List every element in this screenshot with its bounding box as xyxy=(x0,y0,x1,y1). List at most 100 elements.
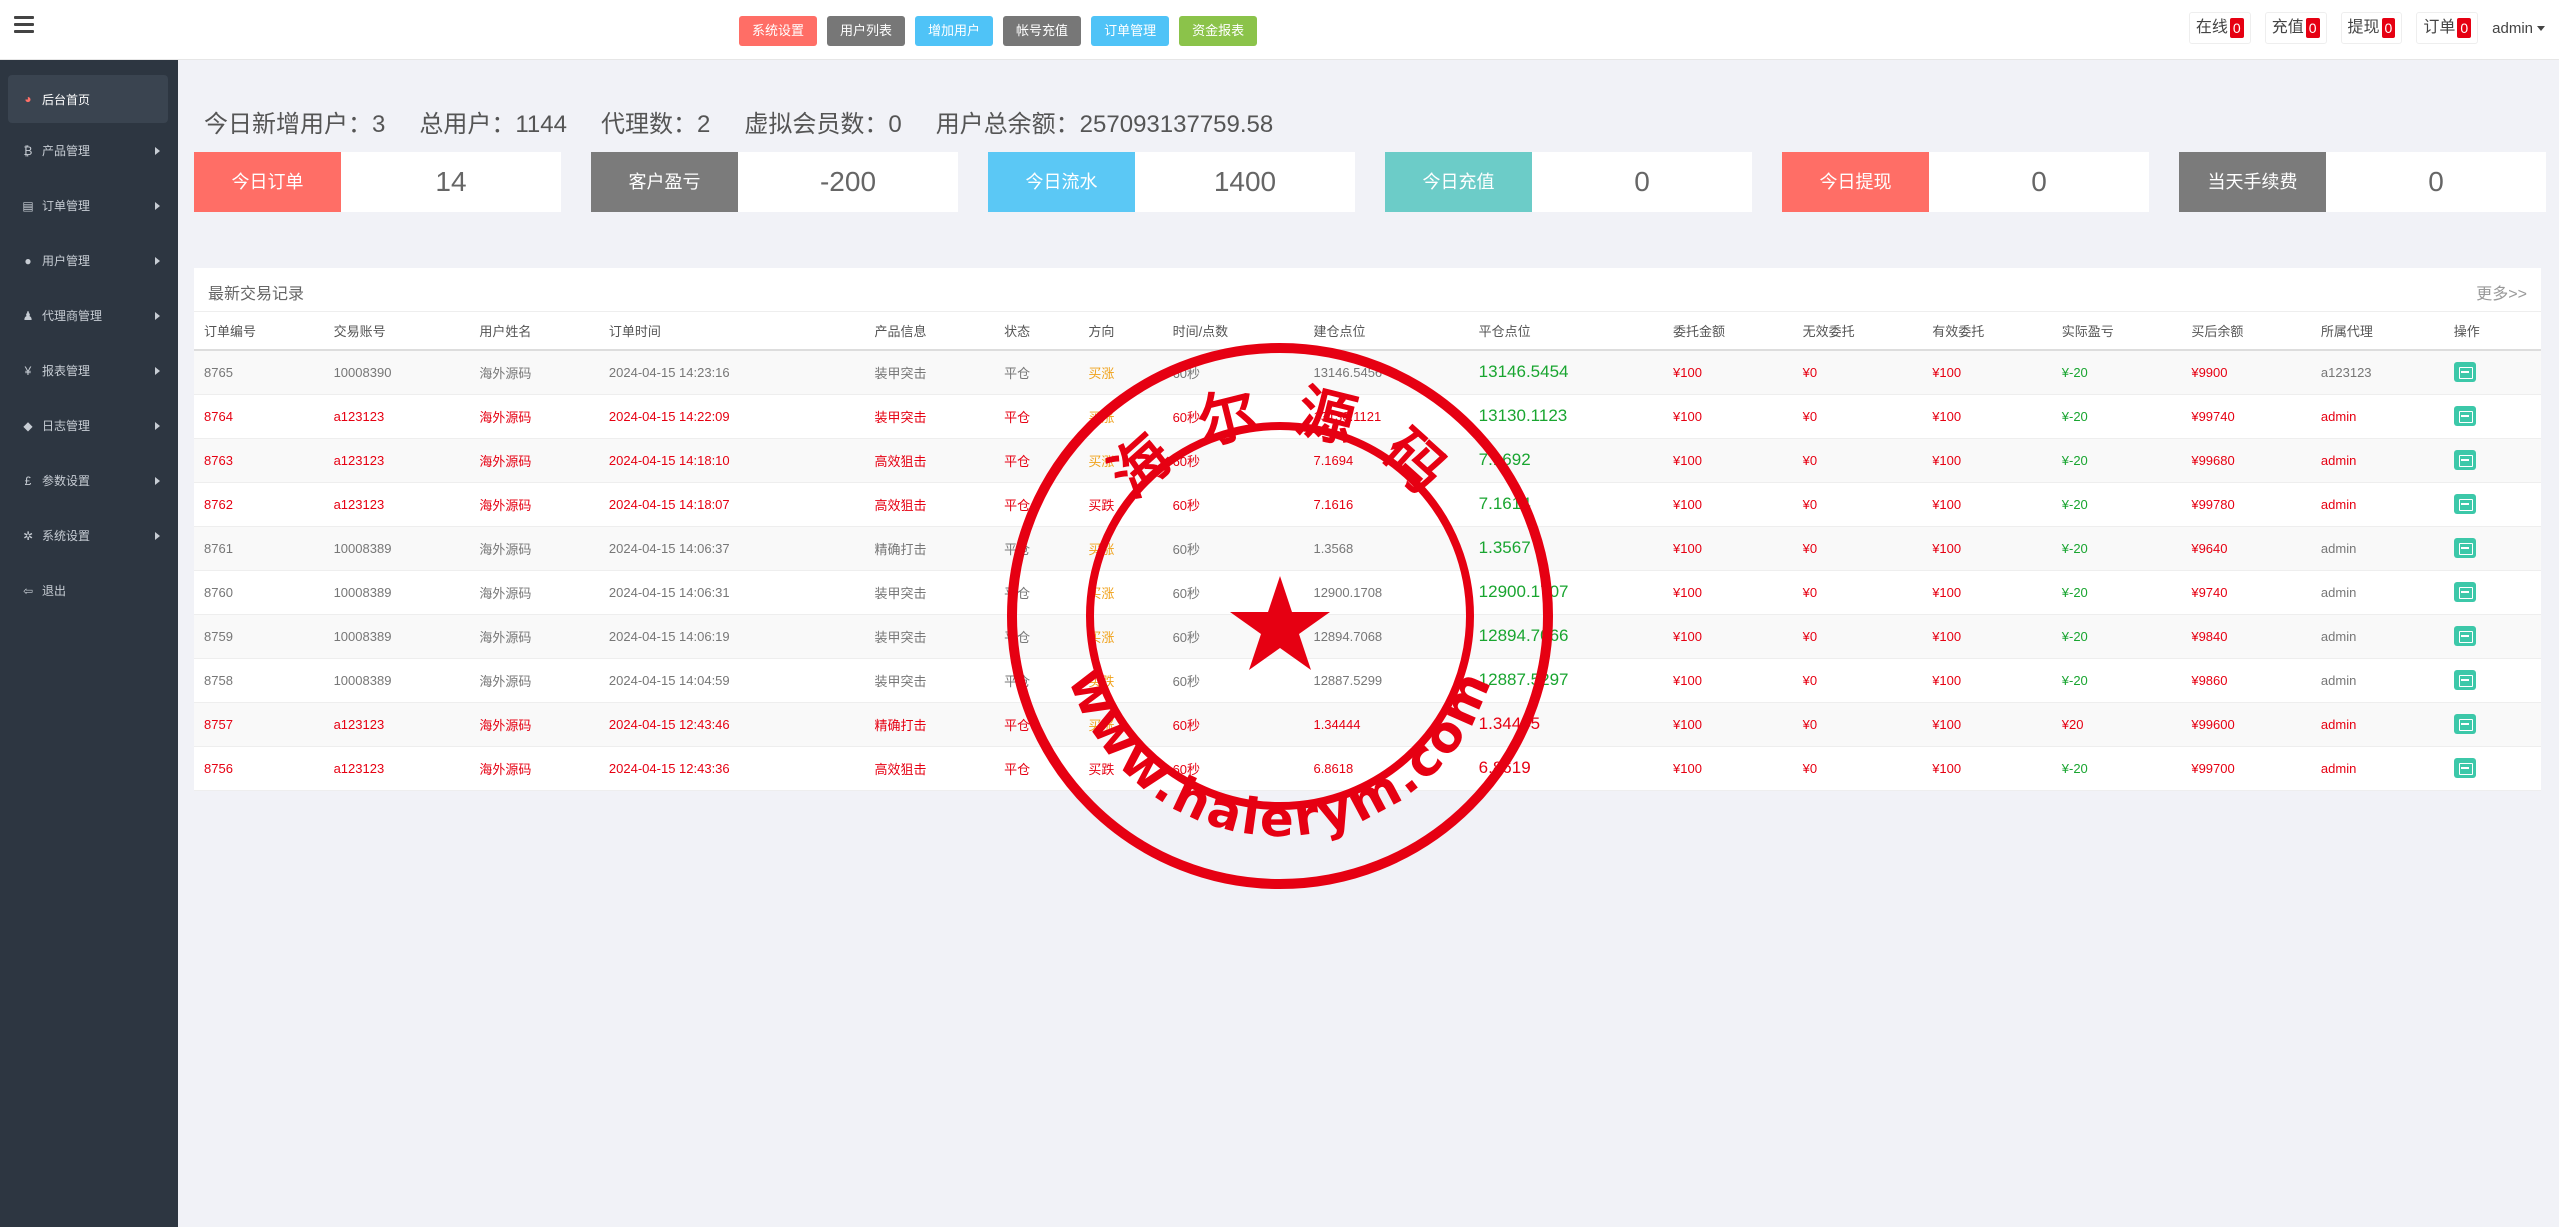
order-count[interactable]: 订单 0 xyxy=(2416,12,2479,44)
cell-id: 8765 xyxy=(194,350,324,395)
cell-status: 平仓 xyxy=(994,614,1079,659)
cell-direction: 买跌 xyxy=(1078,746,1163,791)
cell-invalid: ¥0 xyxy=(1792,482,1923,527)
cell-balance: ¥9740 xyxy=(2181,570,2311,615)
sidebar-item-label: 订单管理 xyxy=(42,199,91,213)
recharge-count[interactable]: 充值 0 xyxy=(2264,12,2327,44)
sidebar-item-label: 产品管理 xyxy=(42,144,91,158)
cell-direction: 买涨 xyxy=(1078,570,1163,615)
view-detail-icon[interactable] xyxy=(2453,406,2476,426)
caret-down-icon xyxy=(2537,25,2545,31)
stat-card-value: 0 xyxy=(2428,166,2444,197)
table-row[interactable]: 8759 10008389 海外源码 2024-04-15 14:06:19 装甲突击平… xyxy=(194,614,2541,659)
stat-card-label: 今日充值 xyxy=(1385,152,1532,212)
cell-status: 平仓 xyxy=(994,570,1079,615)
sidebar-item-8[interactable]: ✲ 系统设置 xyxy=(0,508,178,563)
table-row[interactable]: 8764 a123123 海外源码 2024-04-15 14:22:09 装甲突击 平仓… xyxy=(194,394,2541,439)
sidebar-item-9[interactable]: ⇦ 退出 xyxy=(0,563,178,618)
cell-invalid: ¥0 xyxy=(1792,658,1923,703)
stat-card: 客户盈亏 -200 xyxy=(591,152,958,212)
view-detail-icon[interactable] xyxy=(2453,450,2476,470)
cell-id: 8761 xyxy=(194,526,324,571)
sidebar-item-0[interactable]: ◕ 后台首页 xyxy=(8,75,168,123)
sidebar-item-6[interactable]: ◆ 日志管理 xyxy=(0,398,178,453)
user-list-button[interactable]: 用户列表 xyxy=(827,16,906,46)
cell-duration: 60秒 xyxy=(1162,482,1304,527)
account-recharge-button[interactable]: 帐号充值 xyxy=(1003,16,1082,46)
column-header: 委托金额 xyxy=(1663,312,1793,351)
column-header: 所属代理 xyxy=(2310,312,2444,351)
column-header: 平仓点位 xyxy=(1468,312,1664,351)
column-header: 订单编号 xyxy=(194,312,324,351)
withdraw-count[interactable]: 提现 0 xyxy=(2340,12,2403,44)
sidebar-item-label: 日志管理 xyxy=(42,419,91,433)
order-management-button[interactable]: 订单管理 xyxy=(1091,16,1170,46)
panel-header: 最新交易记录 更多>> xyxy=(194,268,2541,312)
add-user-button[interactable]: 增加用户 xyxy=(915,16,994,46)
view-detail-icon[interactable] xyxy=(2453,670,2476,690)
table-row[interactable]: 8765 10008390 海外源码 2024-04-15 14:23:16 装甲突击平… xyxy=(194,350,2541,395)
count-badge: 0 xyxy=(2229,18,2244,38)
cell-status: 平仓 xyxy=(994,658,1079,703)
cell-invalid: ¥0 xyxy=(1792,526,1923,571)
user-menu[interactable]: admin xyxy=(2492,20,2545,37)
table-row[interactable]: 8762 a123123 海外源码 2024-04-15 14:18:07 高效狙击 平仓… xyxy=(194,482,2541,527)
view-detail-icon[interactable] xyxy=(2453,538,2476,558)
cell-time: 2024-04-15 14:06:19 xyxy=(598,614,865,659)
new-users-today: 今日新增用户：3 xyxy=(204,111,386,138)
menu-toggle-icon[interactable] xyxy=(14,16,34,34)
view-detail-icon[interactable] xyxy=(2453,582,2476,602)
cell-balance: ¥9900 xyxy=(2181,350,2311,395)
sidebar-item-label: 后台首页 xyxy=(42,92,91,107)
cell-account: 10008389 xyxy=(323,526,470,571)
sidebar-item-3[interactable]: ● 用户管理 xyxy=(0,233,178,288)
stat-card-value: 0 xyxy=(1634,166,1650,197)
more-link[interactable]: 更多>> xyxy=(2476,280,2527,304)
cell-action xyxy=(2443,746,2541,791)
cell-amount: ¥100 xyxy=(1663,570,1793,615)
view-detail-icon[interactable] xyxy=(2453,362,2476,383)
sidebar-item-4[interactable]: ♟ 代理商管理 xyxy=(0,288,178,343)
view-detail-icon[interactable] xyxy=(2453,714,2476,734)
cell-open: 6.8618 xyxy=(1303,746,1469,791)
view-detail-icon[interactable] xyxy=(2453,626,2476,646)
sidebar-item-7[interactable]: £ 参数设置 xyxy=(0,453,178,508)
cell-close: 7.1692 xyxy=(1468,438,1664,483)
cell-open: 13146.5456 xyxy=(1303,350,1469,395)
cell-time: 2024-04-15 14:22:09 xyxy=(598,394,865,439)
online-count[interactable]: 在线 0 xyxy=(2188,12,2251,44)
sidebar-item-5[interactable]: ¥ 报表管理 xyxy=(0,343,178,398)
column-header: 订单时间 xyxy=(598,312,865,351)
table-row[interactable]: 8757 a123123 海外源码 2024-04-15 12:43:46 精确打击 平仓… xyxy=(194,702,2541,747)
cell-action xyxy=(2443,394,2541,439)
view-detail-icon[interactable] xyxy=(2453,494,2476,514)
cell-invalid: ¥0 xyxy=(1792,438,1923,483)
signout-icon: ⇦ xyxy=(22,583,34,598)
cell-direction: 买涨 xyxy=(1078,526,1163,571)
top-status: 在线 0 充值 0 提现 0 订单 0 admin xyxy=(2188,12,2545,44)
sidebar-item-1[interactable]: ₿ 产品管理 xyxy=(0,123,178,178)
table-row[interactable]: 8763 a123123 海外源码 2024-04-15 14:18:10 高效狙击 平仓… xyxy=(194,438,2541,483)
tag-icon: ◆ xyxy=(23,418,33,433)
column-header: 实际盈亏 xyxy=(2051,312,2182,351)
table-row[interactable]: 8756 a123123 海外源码 2024-04-15 12:43:36 高效狙击 平仓… xyxy=(194,746,2541,791)
fund-report-button[interactable]: 资金报表 xyxy=(1179,16,1258,46)
cell-time: 2024-04-15 14:04:59 xyxy=(598,658,865,703)
cell-valid: ¥100 xyxy=(1922,526,2052,571)
table-row[interactable]: 8761 10008389 海外源码 2024-04-15 14:06:37 精确打击平… xyxy=(194,526,2541,571)
chevron-right-icon xyxy=(155,531,160,540)
view-detail-icon[interactable] xyxy=(2453,758,2476,778)
sidebar-item-2[interactable]: ▤ 订单管理 xyxy=(0,178,178,233)
cell-time: 2024-04-15 14:23:16 xyxy=(598,350,865,395)
cell-id: 8756 xyxy=(194,746,324,791)
trades-table: 订单编号 交易账号 用户姓名 订单时间 产品信息 状态 方向 时间/点数 建仓点位 平仓点位 委托金… xyxy=(194,312,2541,791)
cell-close: 12900.1707 xyxy=(1468,570,1664,615)
system-settings-button[interactable]: 系统设置 xyxy=(739,16,818,46)
cell-direction: 买涨 xyxy=(1078,438,1163,483)
table-row[interactable]: 8758 10008389 海外源码 2024-04-15 14:04:59 装甲突击平… xyxy=(194,658,2541,703)
cell-agent: admin xyxy=(2310,482,2444,527)
table-row[interactable]: 8760 10008389 海外源码 2024-04-15 14:06:31 装甲突击平… xyxy=(194,570,2541,615)
cell-close: 12887.5297 xyxy=(1468,658,1664,703)
stat-card: 当天手续费 0 xyxy=(2179,152,2546,212)
total-balance: 用户总余额：257093137759.58 xyxy=(935,111,1274,138)
